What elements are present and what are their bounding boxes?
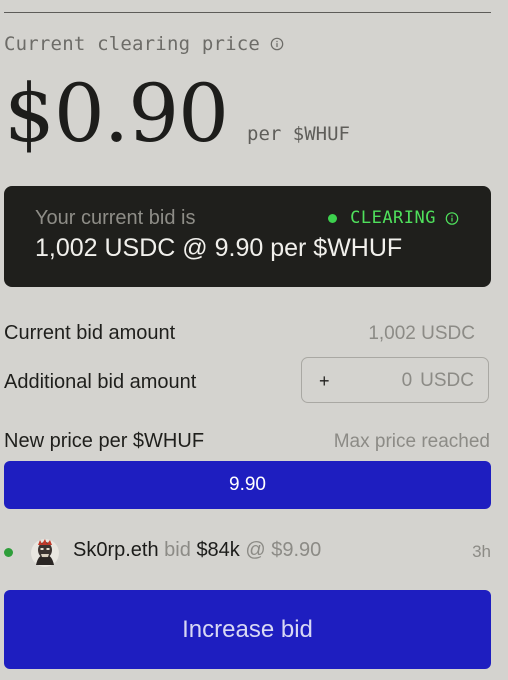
additional-bid-input[interactable]: + 0 USDC xyxy=(301,357,489,403)
clearing-status-badge: CLEARING xyxy=(328,208,459,228)
current-bid-amount-value: 1,002 USDC xyxy=(368,323,475,344)
current-bid-card: Your current bid is 1,002 USDC @ 9.90 pe… xyxy=(4,186,491,287)
info-icon[interactable] xyxy=(445,211,459,225)
current-bid-card-value: 1,002 USDC @ 9.90 per $WHUF xyxy=(35,234,403,262)
plus-prefix: + xyxy=(319,371,330,391)
clearing-status-text: CLEARING xyxy=(350,208,436,228)
activity-price: $9.90 xyxy=(271,539,322,561)
additional-bid-input-value[interactable]: 0 USDC xyxy=(402,370,474,392)
new-price-label: New price per $WHUF xyxy=(4,430,205,452)
max-price-note: Max price reached xyxy=(333,431,490,452)
clearing-price-label-text: Current clearing price xyxy=(4,33,261,55)
current-bid-amount-label: Current bid amount xyxy=(4,322,176,344)
activity-text: Sk0rp.eth bid $84k @ $9.90 xyxy=(73,539,321,562)
current-bid-card-label: Your current bid is xyxy=(35,207,196,229)
activity-feed-item: Sk0rp.eth bid $84k @ $9.90 3h xyxy=(4,534,491,572)
live-status-dot xyxy=(4,548,13,557)
clearing-price-unit: per $WHUF xyxy=(247,123,350,145)
new-price-value: 9.90 xyxy=(229,474,266,495)
additional-bid-amount: 0 xyxy=(401,370,413,391)
additional-bid-currency: USDC xyxy=(420,370,474,391)
status-dot-icon xyxy=(328,213,338,223)
top-divider xyxy=(4,12,491,13)
new-price-field[interactable]: 9.90 xyxy=(4,461,491,509)
activity-at: @ xyxy=(245,539,266,561)
activity-amount: $84k xyxy=(196,539,240,561)
clearing-price-label: Current clearing price xyxy=(4,33,284,55)
info-icon[interactable] xyxy=(270,37,284,51)
user-avatar[interactable] xyxy=(30,538,60,568)
clearing-price-value: $0.90 xyxy=(4,67,229,160)
activity-user[interactable]: Sk0rp.eth xyxy=(73,539,159,561)
increase-bid-button[interactable]: Increase bid xyxy=(4,590,491,669)
additional-bid-amount-label: Additional bid amount xyxy=(4,371,197,393)
activity-time: 3h xyxy=(472,542,491,561)
activity-verb: bid xyxy=(164,539,191,561)
